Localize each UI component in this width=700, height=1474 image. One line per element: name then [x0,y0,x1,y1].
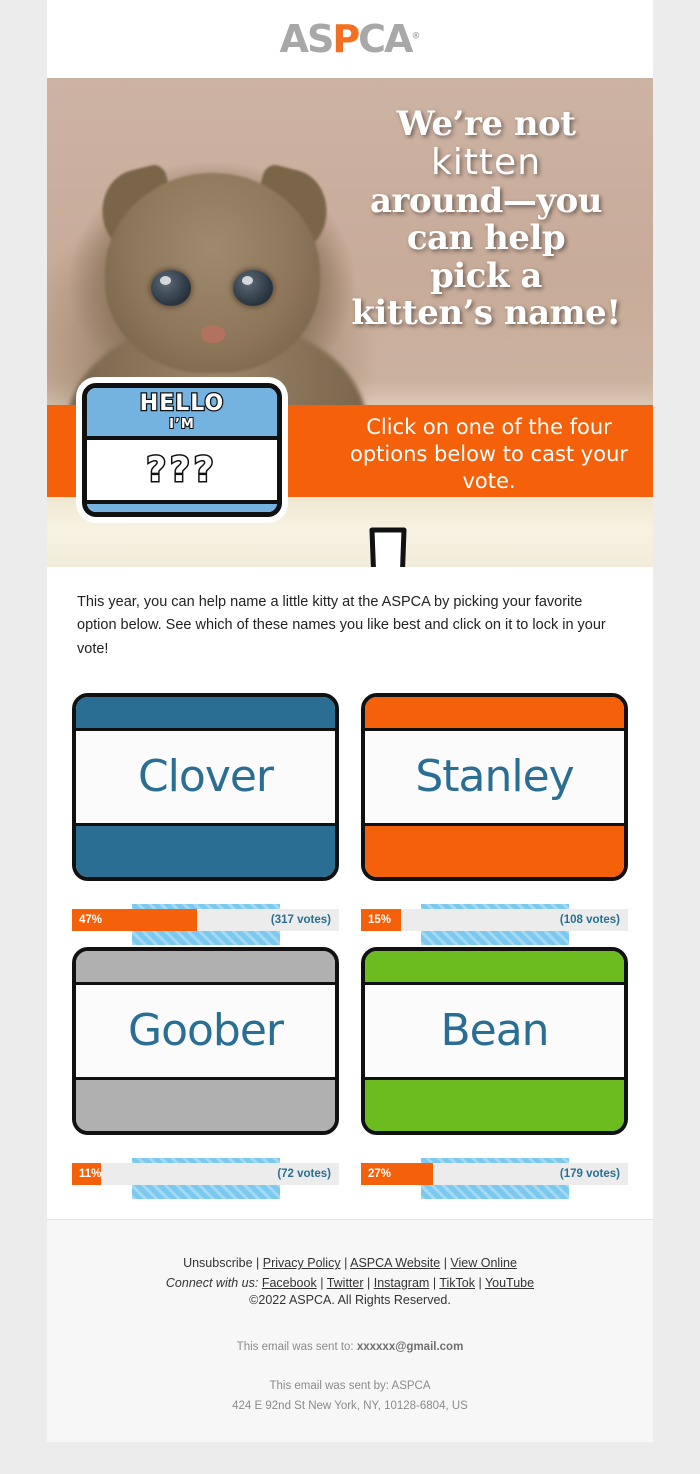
headline-line-4: can help [406,218,566,259]
down-arrow-icon [369,527,407,567]
email-footer: Unsubscribe | Privacy Policy | ASPCA Web… [47,1219,653,1443]
option-name-bean: Bean [440,1005,549,1057]
nametag-stanley[interactable]: Stanley [361,693,628,882]
kitten-nose [201,326,225,343]
headline-line-6: kitten’s name! [351,293,621,334]
footer-link-instagram[interactable]: Instagram [374,1276,430,1290]
nametag-bottom-band [76,823,335,878]
kitten-eye-left [151,270,191,306]
footer-link-aspca-website[interactable]: ASPCA Website [350,1256,440,1270]
headline-line-2-handwritten: kitten [430,142,542,184]
nametag-goober[interactable]: Goober [72,947,339,1136]
footer-sent-by: This email was sent by: ASPCA 424 E 92nd… [67,1377,633,1416]
nametag-clover[interactable]: Clover [72,693,339,882]
nametag-header: HELLO I’M [87,388,277,440]
sent-to-email: xxxxxx@gmail.com [356,1341,464,1354]
footer-link-privacy-policy[interactable]: Privacy Policy [263,1256,341,1270]
footer-link-youtube[interactable]: YouTube [485,1276,534,1290]
footer-separator: | [432,1275,437,1290]
logo-part-as: AS [279,17,335,61]
nametag-bean[interactable]: Bean [361,947,628,1136]
email-header: ASPCA® [47,0,653,78]
result-votes-clover: (317 votes) [270,914,331,927]
footer-links-row-1: Unsubscribe | Privacy Policy | ASPCA Web… [67,1254,633,1273]
intro-paragraph: This year, you can help name a little ki… [77,594,606,657]
logo-part-p: P [332,17,360,61]
nametag-top-band [365,697,624,732]
nametag-name-area: Clover [76,731,335,824]
nametag-footer-band [87,500,277,512]
result-meter-bean: 27% (179 votes) [361,1163,628,1186]
nametag-bottom-band [365,1077,624,1132]
result-meter-clover: 47% (317 votes) [72,909,339,932]
hello-nametag-graphic: HELLO I’M ??? [82,383,282,517]
result-percent-stanley: 15% [368,914,392,927]
nametag-name-area: Stanley [365,731,624,824]
headline-line-1: We’re not [396,104,576,144]
result-votes-goober: (72 votes) [277,1168,331,1181]
footer-separator: | [320,1275,324,1290]
nametag-unknown-name: ??? [145,449,218,492]
footer-link-tiktok[interactable]: TikTok [439,1276,475,1290]
result-percent-bean: 27% [368,1168,392,1181]
result-percent-clover: 47% [79,914,103,927]
connect-with-us-label: Connect with us: [165,1275,259,1290]
result-meter-stanley: 15% (108 votes) [361,909,628,932]
sent-by-line: This email was sent by: ASPCA [269,1380,431,1393]
headline-line-5: pick a [430,255,542,296]
instruction-banner-text: Click on one of the four options below t… [349,415,629,493]
hero-section: We’re not kitten around—you can help pic… [47,78,653,567]
footer-link-view-online[interactable]: View Online [450,1256,516,1270]
nametag-name-area: Goober [76,985,335,1078]
footer-copyright: ©2022 ASPCA. All Rights Reserved. [249,1293,451,1308]
vote-card-goober[interactable]: Goober VOTE 11% (72 votes) [72,947,339,1200]
result-votes-bean: (179 votes) [559,1168,620,1181]
nametag-bottom-band [365,823,624,878]
footer-separator: | [478,1275,482,1290]
nametag-im-text: I’M [168,416,195,433]
nametag-top-band [365,951,624,986]
result-meter-goober: 11% (72 votes) [72,1163,339,1186]
vote-options-grid: Clover VOTE 47% (317 votes) Stanley VOTE [47,667,653,1219]
footer-link-facebook[interactable]: Facebook [262,1276,317,1290]
email-container: ASPCA® We’re not kitten around—you can h… [47,0,653,1443]
footer-social-row: Connect with us: Facebook | Twitter | In… [67,1274,633,1293]
footer-separator: | [256,1256,260,1271]
footer-link-unsubscribe[interactable]: Unsubscribe [183,1256,252,1270]
registered-mark-icon: ® [411,31,421,42]
nametag-top-band [76,951,335,986]
hero-headline: We’re not kitten around—you can help pic… [331,104,641,334]
footer-separator: | [443,1256,447,1271]
logo-part-ca: CA [358,17,413,61]
aspca-logo[interactable]: ASPCA® [280,20,421,58]
kitten-eye-right [233,270,273,306]
vote-card-stanley[interactable]: Stanley VOTE 15% (108 votes) [361,693,628,946]
footer-sent-to: This email was sent to: xxxxxx@gmail.com [67,1341,633,1353]
sender-address: 424 E 92nd St New York, NY, 10128-6804, … [232,1399,468,1412]
footer-link-twitter[interactable]: Twitter [327,1276,364,1290]
result-votes-stanley: (108 votes) [559,914,620,927]
nametag-bottom-band [76,1077,335,1132]
intro-copy: This year, you can help name a little ki… [47,567,653,667]
nametag-hello-text: HELLO [139,390,225,416]
option-name-clover: Clover [137,751,274,803]
vote-card-clover[interactable]: Clover VOTE 47% (317 votes) [72,693,339,946]
headline-line-3: around—you [370,180,603,221]
footer-separator: | [367,1275,371,1290]
nametag-top-band [76,697,335,732]
nametag-name-area: Bean [365,985,624,1078]
result-percent-goober: 11% [79,1168,102,1181]
vote-card-bean[interactable]: Bean VOTE 27% (179 votes) [361,947,628,1200]
footer-separator: | [344,1256,348,1271]
sent-to-label: This email was sent to: [236,1341,354,1354]
option-name-goober: Goober [127,1005,284,1057]
option-name-stanley: Stanley [415,751,574,803]
